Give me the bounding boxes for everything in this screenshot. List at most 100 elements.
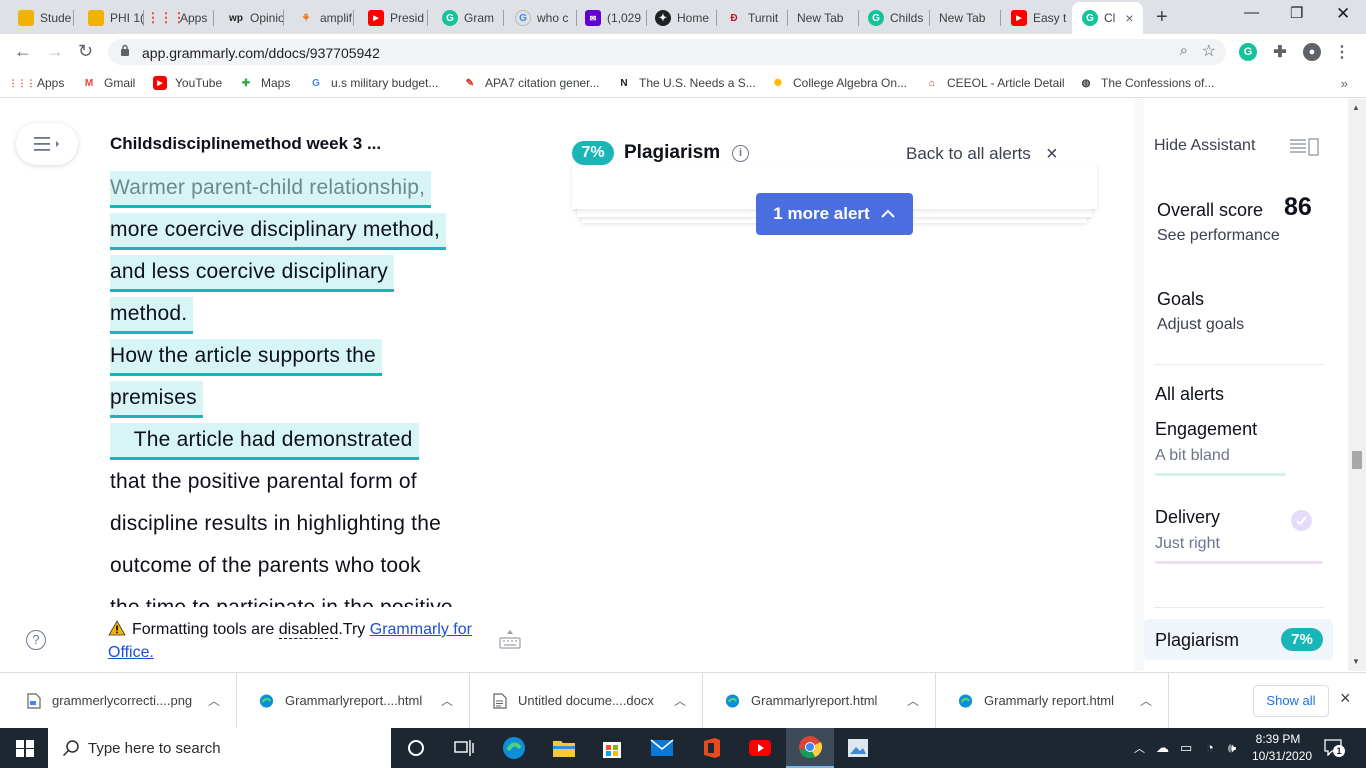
tab-12[interactable]: New Tab (787, 4, 859, 32)
plagiarism-sidebar-item[interactable]: Plagiarism 7% (1144, 619, 1333, 660)
panel-collapse-icon[interactable] (1289, 138, 1319, 156)
bookmarks-overflow-icon[interactable]: » (1341, 76, 1348, 91)
minimize-icon[interactable]: — (1244, 4, 1259, 21)
close-downloads-icon[interactable]: × (1340, 688, 1351, 709)
globe-icon: ◍ (1081, 77, 1091, 89)
delivery-title[interactable]: Delivery (1155, 507, 1220, 528)
wifi-icon[interactable]: ◔ (1206, 740, 1214, 755)
bookmark-college-algebra[interactable]: ✺ College Algebra On... (771, 76, 907, 90)
tab-active-grammarly[interactable]: G Cl × (1072, 2, 1143, 34)
tab-7[interactable]: G Gram (432, 4, 504, 32)
tab-1[interactable]: Stude (8, 4, 74, 32)
tab-close-icon[interactable]: × (1125, 10, 1133, 26)
edge-icon (259, 694, 274, 708)
engagement-title[interactable]: Engagement (1155, 419, 1257, 440)
bookmark-military-budget[interactable]: Gu.s military budget... (309, 76, 438, 90)
windows-start-icon[interactable] (16, 740, 34, 757)
download-item[interactable]: Grammarlyreport....html ︿ (237, 673, 470, 729)
bookmark-ceeol[interactable]: ⌂ CEEOL - Article Detail (925, 76, 1065, 90)
close-icon[interactable]: × (1046, 143, 1058, 166)
tab-15[interactable]: ▶ Easy t (1001, 4, 1071, 32)
goals-label[interactable]: Goals (1157, 289, 1204, 310)
chevron-up-icon[interactable]: ︿ (208, 692, 220, 709)
tab-9[interactable]: ✉ (1,029 (575, 4, 647, 32)
file-explorer-icon[interactable] (552, 736, 576, 760)
bookmark-youtube[interactable]: ▶ YouTube (153, 76, 222, 90)
chevron-up-icon[interactable]: ︿ (674, 692, 686, 709)
tab-3[interactable]: ⋮⋮⋮ Apps (148, 4, 214, 32)
new-tab-button[interactable]: + (1156, 6, 1168, 29)
youtube-taskbar-icon[interactable] (748, 736, 772, 760)
more-alert-button[interactable]: 1 more alert (756, 193, 913, 235)
see-performance-link[interactable]: See performance (1157, 227, 1280, 245)
notifications-icon[interactable]: 1 (1324, 738, 1345, 757)
scroll-down-icon[interactable]: ▼ (1352, 657, 1360, 666)
battery-icon[interactable]: ▭ (1180, 740, 1192, 756)
mail-icon[interactable] (650, 736, 674, 760)
download-item[interactable]: Untitled docume....docx ︿ (470, 673, 703, 729)
download-item[interactable]: Grammarlyreport.html ︿ (703, 673, 936, 729)
bookmark-confessions[interactable]: ◍ The Confessions of... (1079, 76, 1215, 90)
document-editor[interactable]: Warmer parent-child relationship, more c… (110, 171, 530, 607)
grammarly-favicon-icon: G (1082, 10, 1098, 26)
all-alerts-item[interactable]: All alerts (1155, 384, 1224, 405)
edge-taskbar-icon[interactable] (502, 736, 526, 760)
chevron-up-icon[interactable]: ︿ (1140, 692, 1152, 709)
restore-icon[interactable]: ❐ (1290, 4, 1303, 22)
help-button[interactable]: ? (26, 630, 46, 650)
grammarly-extension-icon[interactable]: G (1239, 43, 1257, 61)
reload-icon[interactable]: ↻ (78, 41, 93, 62)
tab-10[interactable]: ✦ Home (645, 4, 717, 32)
onedrive-icon[interactable]: ☁ (1156, 740, 1169, 756)
keyboard-icon[interactable] (498, 628, 522, 650)
office-icon[interactable] (700, 736, 724, 760)
tab-11[interactable]: Ð Turnit (716, 4, 788, 32)
bookmark-apa7[interactable]: ✎ APA7 citation gener... (463, 76, 600, 90)
bookmark-apps[interactable]: ⋮⋮⋮ Apps (9, 76, 65, 90)
forward-arrow-icon[interactable]: → (46, 41, 64, 62)
plagiarism-title: Plagiarism (624, 142, 721, 163)
cortana-icon[interactable] (404, 736, 428, 760)
volume-icon[interactable]: 🕪 (1228, 740, 1236, 756)
tab-5[interactable]: ⚘ amplif (288, 4, 354, 32)
tab-14[interactable]: New Tab (929, 4, 1001, 32)
photos-icon[interactable] (846, 736, 870, 760)
chevron-up-icon[interactable]: ︿ (441, 692, 453, 709)
back-arrow-icon[interactable]: ← (14, 41, 32, 62)
chrome-menu-icon[interactable]: ⋮ (1333, 43, 1351, 61)
download-item[interactable]: Grammarly report.html ︿ (936, 673, 1169, 729)
bookmark-star-icon[interactable]: ☆ (1202, 41, 1216, 61)
tab-2[interactable]: PHI 1( (78, 4, 144, 32)
show-all-downloads-button[interactable]: Show all (1253, 685, 1329, 717)
address-bar[interactable]: app.grammarly.com/ddocs/937705942 ⌕ ☆ (108, 39, 1226, 65)
youtube-icon: ▶ (153, 76, 167, 90)
bookmark-maps[interactable]: ✚ Maps (239, 76, 291, 90)
taskbar-search-box[interactable]: Type here to search (48, 728, 391, 768)
info-icon[interactable]: i (732, 145, 749, 162)
page-scrollbar[interactable]: ▲ ▼ (1348, 99, 1366, 671)
extensions-puzzle-icon[interactable]: ✚ (1271, 43, 1289, 61)
scroll-up-icon[interactable]: ▲ (1352, 103, 1360, 112)
main-menu-button[interactable] (16, 123, 78, 165)
system-clock[interactable]: 8:39 PM 10/31/2020 (1252, 731, 1312, 765)
grammarly-favicon-icon: G (868, 10, 884, 26)
bookmark-us-needs[interactable]: N The U.S. Needs a S... (617, 76, 755, 90)
tab-6[interactable]: ▶ Presid (358, 4, 428, 32)
task-view-icon[interactable] (452, 736, 476, 760)
profile-avatar-icon[interactable]: ● (1303, 43, 1321, 61)
chrome-taskbar-icon[interactable] (786, 728, 834, 768)
chevron-up-icon[interactable]: ︿ (907, 692, 919, 709)
tab-4[interactable]: wp Opinio (218, 4, 284, 32)
bookmark-gmail[interactable]: M Gmail (82, 76, 136, 90)
store-icon[interactable] (600, 736, 624, 760)
show-hidden-icons[interactable]: ︿ (1134, 740, 1145, 756)
zoom-icon[interactable]: ⌕ (1180, 42, 1188, 59)
tab-8[interactable]: Gwho c (505, 4, 577, 32)
download-item[interactable]: grammerlycorrecti....png ︿ (4, 673, 237, 729)
tab-13[interactable]: G Childs (858, 4, 930, 32)
back-to-all-alerts-link[interactable]: Back to all alerts (906, 144, 1031, 164)
scroll-thumb[interactable] (1352, 451, 1362, 469)
adjust-goals-link[interactable]: Adjust goals (1157, 316, 1244, 334)
window-close-icon[interactable]: ✕ (1336, 4, 1350, 24)
hide-assistant-button[interactable]: Hide Assistant (1154, 137, 1255, 155)
